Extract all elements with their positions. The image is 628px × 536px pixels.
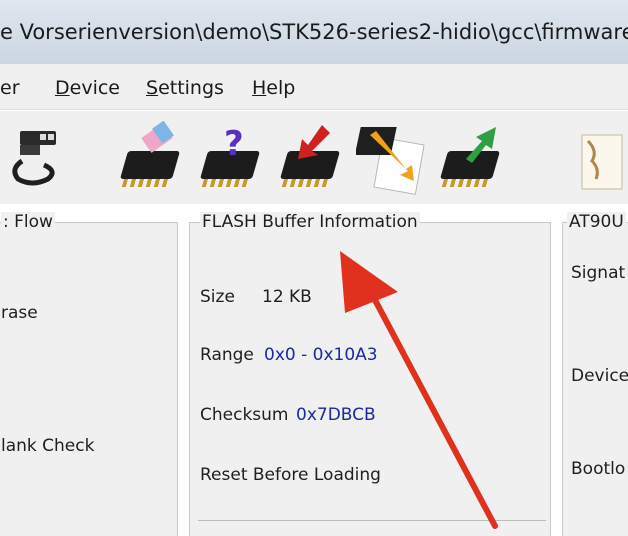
read-device-icon[interactable] (436, 121, 510, 199)
flow-panel-legend: : Flow (1, 212, 55, 232)
size-value: 12 KB (262, 287, 312, 307)
window-titlebar: e Vorserienversion\demo\STK526-series2-h… (0, 0, 628, 64)
size-label: Size (200, 287, 235, 307)
usb-connect-icon[interactable] (4, 121, 78, 199)
menu-bar: er Device Settings Help (0, 64, 628, 110)
panel-divider (198, 520, 546, 521)
window-title: e Vorserienversion\demo\STK526-series2-h… (0, 20, 628, 44)
verify-device-icon[interactable] (356, 121, 430, 199)
erase-option-label[interactable]: rase (1, 303, 38, 323)
menu-item-device[interactable]: Device (55, 77, 120, 99)
device-panel-legend: AT90U (567, 212, 626, 232)
load-hex-icon[interactable] (570, 121, 628, 199)
erase-device-icon[interactable] (116, 121, 190, 199)
signature-label: Signat (571, 263, 626, 283)
blank-check-option-label[interactable]: lank Check (1, 436, 94, 456)
menu-item-help[interactable]: Help (252, 77, 295, 99)
menu-item-settings[interactable]: Settings (146, 77, 224, 99)
checksum-value: 0x7DBCB (296, 405, 376, 425)
range-value: 0x0 - 0x10A3 (264, 345, 378, 365)
program-device-icon[interactable] (276, 121, 350, 199)
toolbar: ? (0, 111, 628, 204)
flash-buffer-legend: FLASH Buffer Information (200, 212, 420, 232)
checksum-label: Checksum (200, 405, 289, 425)
bootloader-label: Bootlo (571, 459, 626, 479)
range-label: Range (200, 345, 254, 365)
flash-buffer-panel: FLASH Buffer Information Size 12 KB Rang… (189, 212, 551, 536)
device-label: Device (571, 366, 628, 386)
blank-check-icon[interactable]: ? (196, 121, 270, 199)
device-info-panel: AT90U Signat Device Bootlo (562, 212, 628, 536)
svg-text:?: ? (224, 124, 244, 164)
flow-panel: : Flow rase lank Check (0, 212, 178, 536)
menu-item-buffer[interactable]: er (0, 77, 20, 99)
reset-before-loading-label[interactable]: Reset Before Loading (200, 465, 381, 485)
